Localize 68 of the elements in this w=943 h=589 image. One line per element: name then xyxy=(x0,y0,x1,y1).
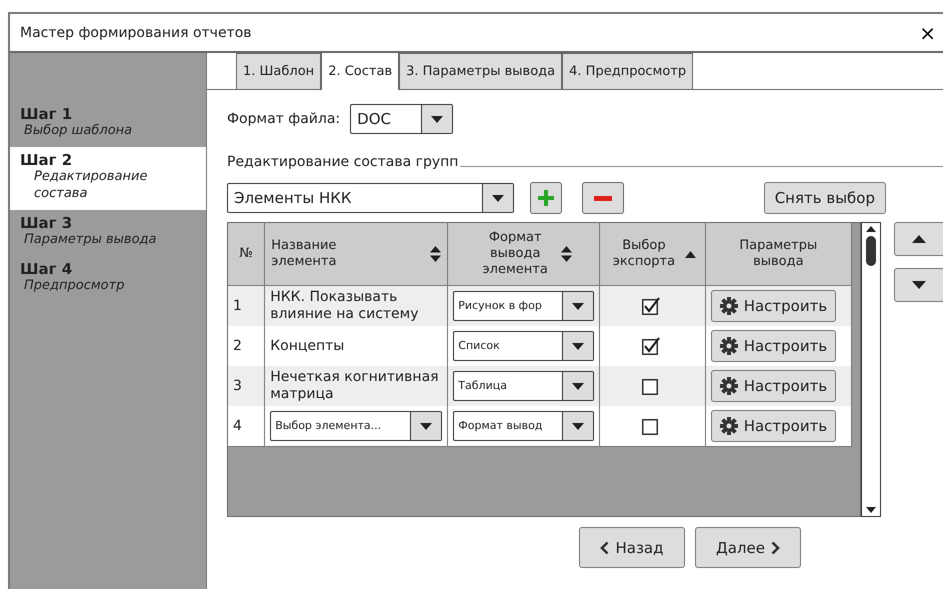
column-header[interactable]: Название элемента xyxy=(264,223,448,286)
add-button[interactable] xyxy=(530,182,562,214)
output-format-dropdown[interactable]: Таблица xyxy=(453,371,594,401)
configure-button[interactable]: Настроить xyxy=(710,290,836,322)
scrollbar-thumb[interactable] xyxy=(866,236,876,266)
output-format-dropdown[interactable]: Рисунок в фор xyxy=(453,291,594,321)
caret-icon xyxy=(572,342,584,350)
row-number: 1 xyxy=(228,286,265,326)
tab[interactable]: 3. Параметры вывода xyxy=(399,53,562,89)
caret-icon xyxy=(431,116,444,122)
remove-button[interactable] xyxy=(582,182,624,214)
clear-selection-button[interactable]: Снять выбор xyxy=(764,182,886,214)
configure-button[interactable]: Настроить xyxy=(710,370,836,402)
export-checkbox[interactable] xyxy=(642,297,662,315)
close-button[interactable]: × xyxy=(917,22,938,42)
element-name-cell: НКК. Показывать влияние на систему xyxy=(264,286,448,326)
element-name-cell: Концепты xyxy=(264,326,448,366)
sort-icon xyxy=(430,246,442,262)
gear-icon xyxy=(720,297,738,315)
gear-icon xyxy=(720,337,738,355)
minus-icon xyxy=(594,196,612,200)
plus-icon xyxy=(538,190,554,206)
export-checkbox[interactable] xyxy=(642,337,662,355)
scroll-down-arrow-icon[interactable] xyxy=(866,507,876,513)
sort-icon xyxy=(561,246,572,262)
tab[interactable]: 2. Состав xyxy=(321,53,400,90)
row-number: 2 xyxy=(228,326,265,366)
back-button[interactable]: Назад xyxy=(579,527,685,568)
step-item[interactable]: Шаг 1 Выбор шаблона xyxy=(10,101,206,147)
column-header[interactable]: Выбор экспорта xyxy=(600,223,706,286)
column-header[interactable]: № xyxy=(228,223,265,286)
move-down-button[interactable] xyxy=(894,268,943,302)
group-dropdown[interactable]: Элементы НКК xyxy=(227,183,514,213)
move-up-button[interactable] xyxy=(894,222,943,256)
element-dropdown[interactable]: Выбор элемента... xyxy=(270,411,442,441)
next-button[interactable]: Далее xyxy=(695,527,801,568)
step-item[interactable]: Шаг 4 Предпросмотр xyxy=(10,256,206,302)
scrollbar[interactable] xyxy=(861,222,881,517)
caret-icon xyxy=(572,422,584,430)
scroll-up-arrow-icon[interactable] xyxy=(866,226,876,232)
down-arrow-icon xyxy=(912,281,926,289)
step-item[interactable]: Шаг 3 Параметры вывода xyxy=(10,210,206,256)
file-format-dropdown[interactable]: DOC xyxy=(350,104,454,134)
element-name-cell: Нечеткая когнитивная матрица xyxy=(264,366,448,406)
chevron-left-icon xyxy=(600,540,610,554)
output-format-dropdown[interactable]: Формат вывод xyxy=(453,411,594,441)
caret-icon xyxy=(420,422,432,430)
row-number: 4 xyxy=(228,406,265,446)
caret-icon xyxy=(572,302,584,310)
configure-button[interactable]: Настроить xyxy=(710,410,836,442)
chevron-right-icon xyxy=(770,540,780,554)
gear-icon xyxy=(720,377,738,395)
row-number: 3 xyxy=(228,366,265,406)
tab[interactable]: 4. Предпросмотр xyxy=(562,53,694,89)
configure-button[interactable]: Настроить xyxy=(710,330,836,362)
gear-icon xyxy=(720,417,738,435)
caret-icon xyxy=(492,194,504,202)
column-header[interactable]: Формат вывода элемента xyxy=(448,223,600,286)
group-title: Редактирование состава групп xyxy=(227,154,458,170)
tab[interactable]: 1. Шаблон xyxy=(236,53,322,89)
up-arrow-icon xyxy=(912,235,926,243)
output-format-dropdown[interactable]: Список xyxy=(453,331,594,361)
sort-ascending-icon xyxy=(684,250,696,258)
caret-icon xyxy=(572,382,584,390)
file-format-label: Формат файла: xyxy=(227,111,340,127)
step-item[interactable]: Шаг 2 Редактирование состава xyxy=(10,146,206,210)
column-header[interactable]: Параметры вывода xyxy=(705,223,852,286)
window-title: Мастер формирования отчетов xyxy=(20,24,252,40)
